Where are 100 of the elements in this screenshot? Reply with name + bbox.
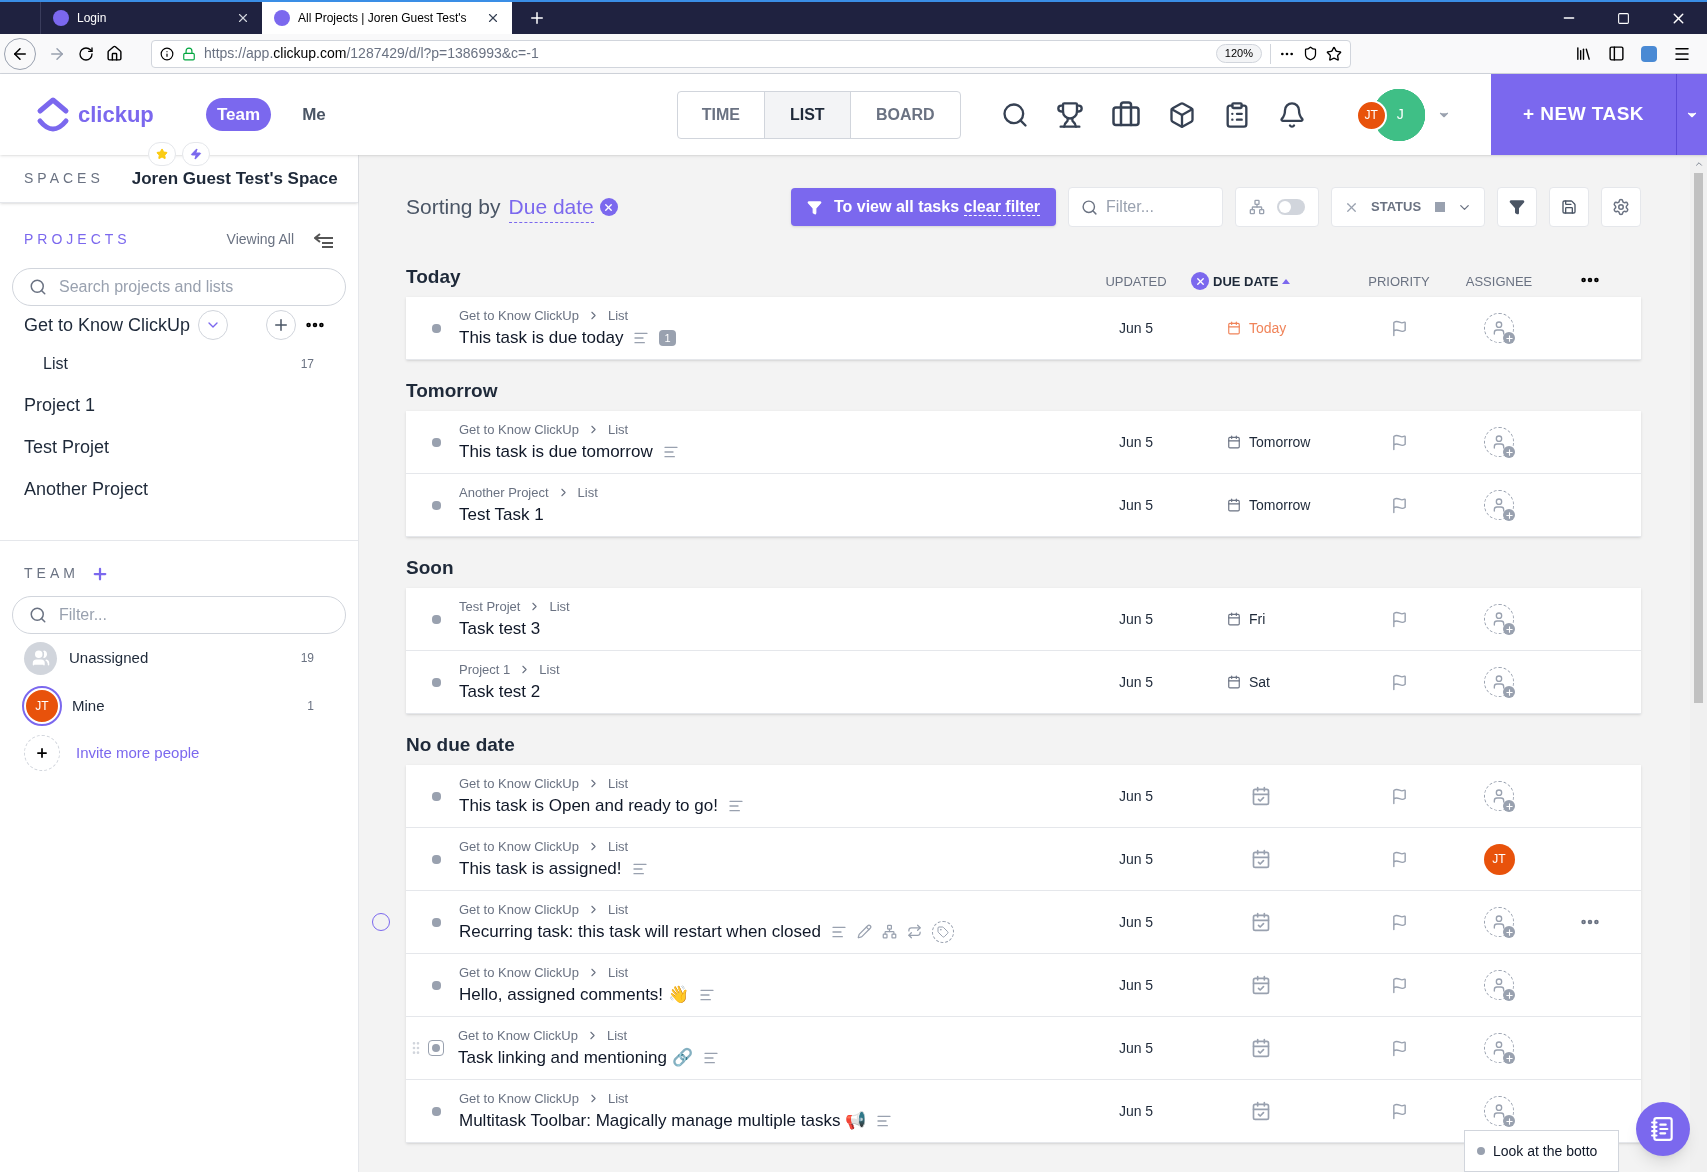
task-row[interactable]: Get to Know ClickUp List Task linking and mentioning 🔗 Jun 5 (406, 1017, 1641, 1080)
priority-flag-icon[interactable] (1390, 319, 1408, 337)
notifications-icon[interactable] (1277, 100, 1306, 129)
task-name[interactable]: Test Task 1 (459, 502, 544, 528)
breadcrumb-list[interactable]: List (577, 482, 598, 502)
view-tab[interactable]: LIST (763, 91, 850, 138)
status-square[interactable] (428, 1040, 444, 1056)
task-row[interactable]: Another Project List Test Task 1 Jun 5 Tomorrow (406, 474, 1641, 537)
task-row[interactable]: Get to Know ClickUp List This task is due tomorrow Jun 5 Tomorrow (406, 411, 1641, 474)
project-item[interactable]: Test Projet (24, 433, 110, 461)
member-item[interactable]: Unassigned (69, 646, 289, 670)
settings-button[interactable] (1601, 187, 1641, 227)
breadcrumb-project[interactable]: Get to Know ClickUp (459, 899, 579, 919)
invite-link[interactable]: Invite more people (76, 741, 200, 765)
bolt-icon[interactable] (182, 142, 210, 166)
favorites-icon[interactable] (148, 142, 176, 166)
set-due-date-icon[interactable] (1251, 1101, 1271, 1121)
breadcrumb-list[interactable]: List (607, 836, 629, 856)
zoom-level[interactable]: 120% (1215, 44, 1262, 63)
priority-flag-icon[interactable] (1390, 433, 1408, 451)
new-tab-icon[interactable] (528, 9, 546, 27)
breadcrumb-list[interactable]: List (607, 1088, 629, 1108)
user-avatar[interactable]: JT (1355, 99, 1387, 131)
priority-flag-icon[interactable] (1390, 850, 1408, 868)
notepad-button[interactable] (1636, 1102, 1690, 1156)
task-row[interactable]: Get to Know ClickUp List Recurring task: this task will restart when closed Jun 5 (406, 891, 1641, 954)
user-avatar[interactable]: JT J (1355, 88, 1425, 141)
assignee-avatar[interactable]: JT (1483, 843, 1515, 875)
set-due-date-icon[interactable] (1251, 849, 1271, 869)
task-name[interactable]: Task test 3 (459, 616, 541, 642)
close-tab-icon[interactable] (486, 11, 500, 25)
set-due-date-icon[interactable] (1251, 1038, 1271, 1058)
breadcrumb-list[interactable]: List (549, 596, 570, 616)
breadcrumb-project[interactable]: Another Project (459, 482, 549, 502)
bookmark-star-icon[interactable] (1326, 45, 1342, 62)
subtasks-toggle[interactable] (1277, 199, 1305, 215)
task-row[interactable]: Project 1 List Task test 2 Jun 5 Sat (406, 651, 1641, 714)
priority-flag-icon[interactable] (1390, 787, 1408, 805)
new-task-button[interactable]: + NEW TASK (1491, 74, 1676, 155)
scope-tab[interactable]: Team (206, 97, 272, 132)
breadcrumb-project[interactable]: Get to Know ClickUp (459, 419, 579, 439)
sidebar-icon[interactable] (1608, 45, 1625, 62)
task-name[interactable]: Task linking and mentioning 🔗 (458, 1045, 693, 1071)
priority-flag-icon[interactable] (1390, 913, 1408, 931)
due-date[interactable]: Fri (1249, 608, 1266, 630)
subtasks-icon[interactable] (881, 924, 897, 940)
task-name[interactable]: This task is assigned! (459, 856, 622, 882)
set-due-date-icon[interactable] (1251, 786, 1271, 806)
close-tab-icon[interactable] (236, 11, 250, 25)
trophy-icon[interactable] (1055, 100, 1084, 129)
task-row[interactable]: Test Projet List Task test 3 Jun 5 Fri (406, 588, 1641, 651)
set-due-date-icon[interactable] (1251, 912, 1271, 932)
status-filter[interactable]: STATUS (1331, 187, 1485, 227)
collapse-sidebar-icon[interactable] (314, 231, 334, 248)
address-bar[interactable]: https://app.clickup.com/1287429/d/l?p=1386993&c=-1 120% (151, 39, 1351, 68)
breadcrumb-project[interactable]: Project 1 (459, 659, 511, 679)
breadcrumb-list[interactable]: List (607, 305, 629, 325)
view-tab[interactable]: TIME (677, 91, 764, 138)
priority-flag-icon[interactable] (1390, 1039, 1408, 1057)
shield-icon[interactable] (1303, 46, 1318, 61)
task-name[interactable]: This task is due today (459, 325, 624, 351)
recurring-icon[interactable] (906, 924, 922, 940)
task-row[interactable]: Get to Know ClickUp List This task is assigned! Jun 5 JT (406, 828, 1641, 891)
search-icon[interactable] (1000, 100, 1029, 129)
due-date[interactable]: Today (1249, 317, 1287, 339)
task-name[interactable]: This task is due tomorrow (459, 439, 653, 465)
priority-flag-icon[interactable] (1390, 673, 1408, 691)
space-name[interactable]: Joren Guest Test's Space (131, 165, 338, 192)
sort-field-link[interactable]: Due date (508, 190, 594, 224)
scroll-up-icon[interactable] (1693, 159, 1704, 169)
task-row[interactable]: Get to Know ClickUp List Hello, assigned comments! 👋 Jun 5 (406, 954, 1641, 1017)
project-item[interactable]: Another Project (24, 475, 149, 503)
filter-notice-button[interactable]: To view all tasks clear filter (790, 188, 1056, 226)
list-item[interactable]: List (43, 352, 301, 376)
breadcrumb-list[interactable]: List (607, 419, 629, 439)
project-item[interactable]: Project 1 (24, 391, 96, 419)
task-row[interactable]: Get to Know ClickUp List This task is due today 1 Jun 5 Today (406, 297, 1641, 360)
priority-flag-icon[interactable] (1390, 1102, 1408, 1120)
column-header[interactable]: DUE DATE (1213, 271, 1279, 291)
column-header[interactable]: ASSIGNEE (1459, 271, 1539, 291)
clear-sort-icon[interactable] (599, 198, 618, 216)
breadcrumb-list[interactable]: List (539, 659, 560, 679)
task-name[interactable]: Recurring task: this task will restart when closed (459, 919, 821, 945)
breadcrumb-project[interactable]: Get to Know ClickUp (459, 836, 579, 856)
breadcrumb-list[interactable]: List (607, 899, 629, 919)
reload-icon[interactable] (78, 45, 94, 62)
breadcrumb-project[interactable]: Get to Know ClickUp (459, 773, 579, 793)
breadcrumb-project[interactable]: Test Projet (459, 596, 521, 616)
priority-flag-icon[interactable] (1390, 610, 1408, 628)
due-date[interactable]: Sat (1249, 671, 1270, 693)
scope-tab[interactable]: Me (291, 97, 337, 132)
task-name[interactable]: Hello, assigned comments! 👋 (459, 982, 689, 1008)
home-icon[interactable] (106, 45, 123, 62)
view-tab[interactable]: BOARD (849, 91, 960, 138)
breadcrumb-list[interactable]: List (606, 1025, 628, 1045)
cube-icon[interactable] (1167, 100, 1196, 129)
edit-icon[interactable] (856, 924, 872, 940)
column-header[interactable]: UPDATED (1081, 271, 1191, 291)
save-button[interactable] (1549, 187, 1589, 227)
comment-count[interactable]: 1 (659, 329, 676, 346)
